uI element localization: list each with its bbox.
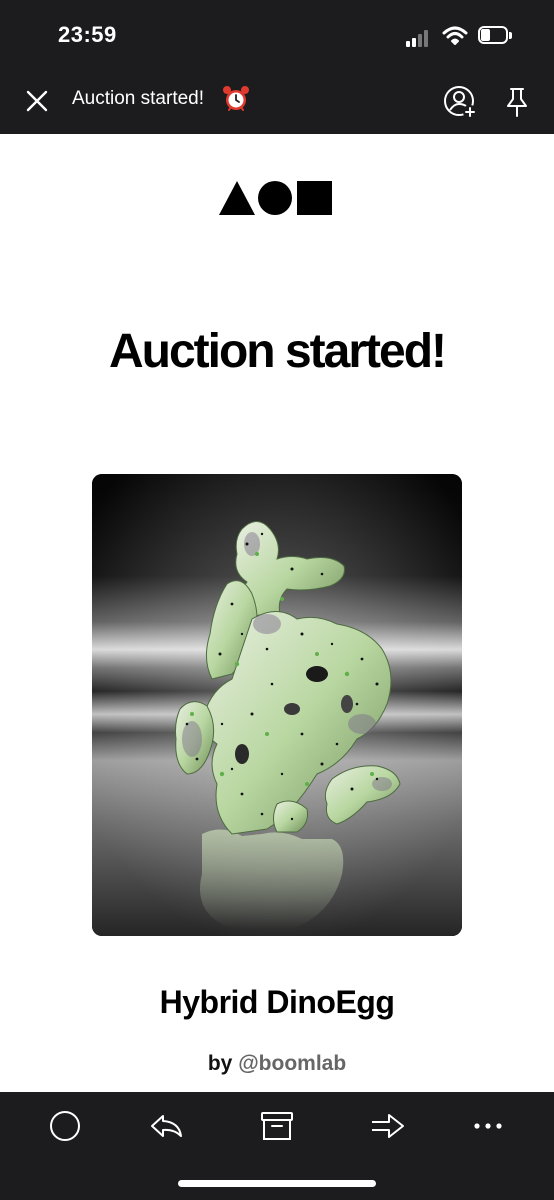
reply-button[interactable]	[146, 1106, 186, 1146]
email-body: Auction started! Hybrid DinoEgg by @boom…	[0, 134, 554, 1092]
message-subject: Auction started!	[72, 88, 205, 109]
user-add-icon	[444, 86, 477, 119]
status-time: 23:59	[58, 22, 117, 47]
mail-navbar: Auction started!	[0, 74, 554, 126]
more-icon	[474, 1123, 502, 1129]
pin-button[interactable]	[500, 84, 534, 120]
archive-icon	[261, 1112, 293, 1140]
artist-handle-link[interactable]: @boomlab	[238, 1052, 346, 1075]
battery-icon	[478, 26, 514, 46]
mail-toolbar	[0, 1092, 554, 1200]
artwork-image[interactable]	[92, 474, 462, 936]
top-chrome: 23:59 Auction started!	[0, 0, 554, 134]
add-contact-button[interactable]	[442, 84, 478, 120]
reply-icon	[151, 1115, 182, 1137]
close-icon	[26, 90, 48, 112]
artwork-byline: by @boomlab	[0, 1052, 554, 1076]
wifi-icon	[442, 25, 468, 47]
forward-icon	[372, 1114, 404, 1138]
forward-button[interactable]	[367, 1106, 407, 1146]
triangle-circle-square-logo	[219, 180, 333, 216]
artwork-title: Hybrid DinoEgg	[159, 984, 395, 1020]
close-button[interactable]	[22, 86, 52, 116]
home-indicator[interactable]	[178, 1180, 376, 1187]
email-headline: Auction started!	[108, 325, 447, 378]
byline-label: by	[207, 1052, 233, 1075]
circle-icon	[50, 1111, 80, 1141]
archive-button[interactable]	[257, 1106, 297, 1146]
more-button[interactable]	[468, 1106, 508, 1146]
cellular-signal-icon	[406, 29, 434, 47]
pin-icon	[507, 88, 527, 117]
mark-button[interactable]	[45, 1106, 85, 1146]
alarm-clock-icon	[222, 85, 250, 113]
